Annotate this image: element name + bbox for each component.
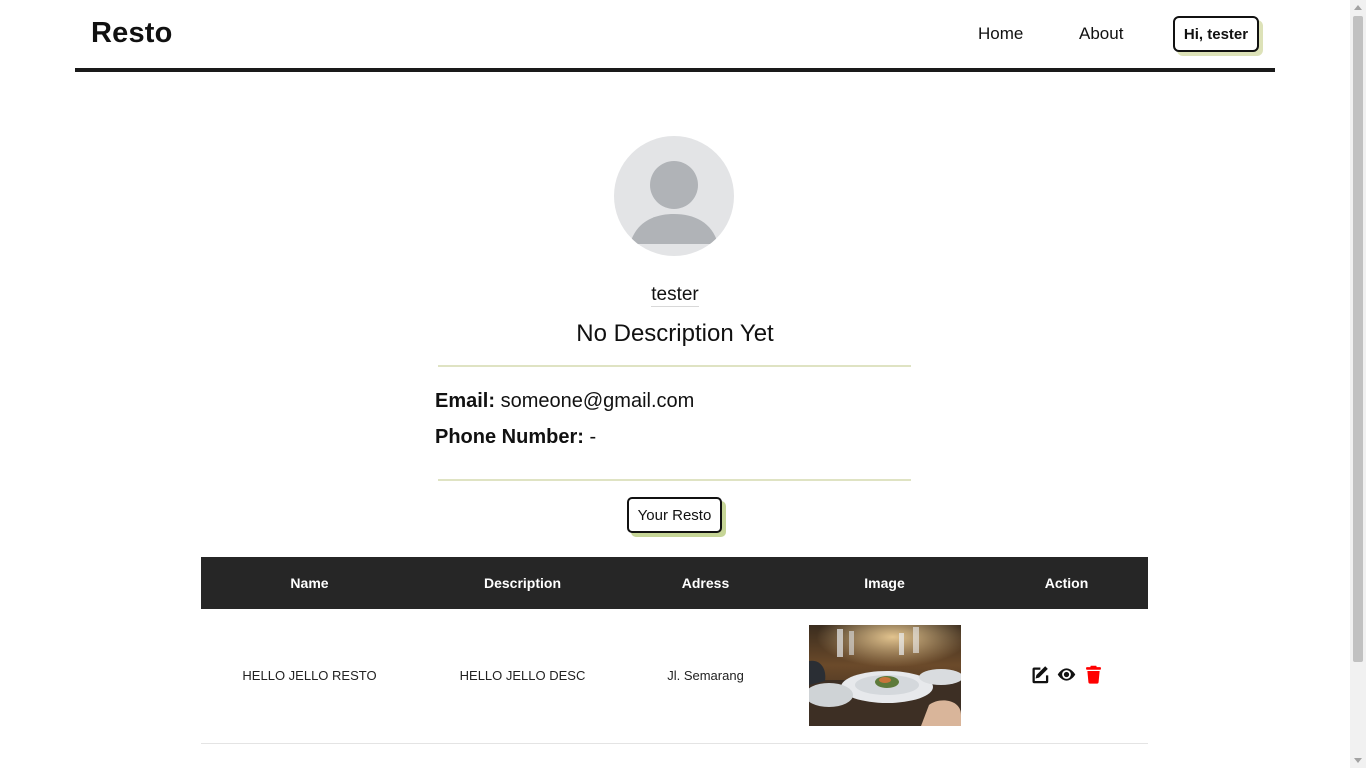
table-header-row: Name Description Adress Image Action [201,557,1148,609]
cell-description: HELLO JELLO DESC [418,609,627,744]
cell-image [784,609,985,744]
navbar: Resto Home About Hi, tester [75,0,1275,72]
nav-link-home[interactable]: Home [978,24,1023,44]
cell-address: Jl. Semarang [627,609,784,744]
scrollbar-thumb[interactable] [1353,16,1363,662]
view-icon[interactable] [1056,664,1077,685]
email-label: Email: [435,390,496,412]
phone-label: Phone Number: [435,426,584,448]
header-name: Name [201,557,418,609]
cell-name: HELLO JELLO RESTO [201,609,418,744]
edit-icon[interactable] [1029,664,1050,685]
user-menu-button[interactable]: Hi, tester [1173,16,1259,52]
phone-info: Phone Number: - [435,426,596,449]
page-scrollbar[interactable] [1350,0,1366,768]
profile-username: tester [651,284,699,307]
table-row: HELLO JELLO RESTO HELLO JELLO DESC Jl. S… [201,609,1148,744]
avatar [614,136,734,256]
email-value: someone@gmail.com [500,390,695,412]
header-address: Adress [627,557,784,609]
resto-table: Name Description Adress Image Action HEL… [201,557,1148,744]
delete-icon[interactable] [1083,664,1104,685]
user-silhouette-icon [630,161,718,244]
header-image: Image [784,557,985,609]
nav-link-about[interactable]: About [1079,24,1123,44]
restaurant-food-photo [808,625,961,727]
scroll-up-icon[interactable] [1354,5,1362,10]
header-action: Action [985,557,1148,609]
profile-description: No Description Yet [576,320,774,347]
divider [438,479,911,481]
header-description: Description [418,557,627,609]
action-icons [1029,664,1104,685]
your-resto-button[interactable]: Your Resto [627,497,722,533]
cell-actions [985,609,1148,744]
scroll-down-icon[interactable] [1354,758,1362,763]
divider [438,365,911,367]
email-info: Email: someone@gmail.com [435,390,694,413]
brand-logo[interactable]: Resto [91,17,173,50]
phone-value: - [589,426,597,448]
